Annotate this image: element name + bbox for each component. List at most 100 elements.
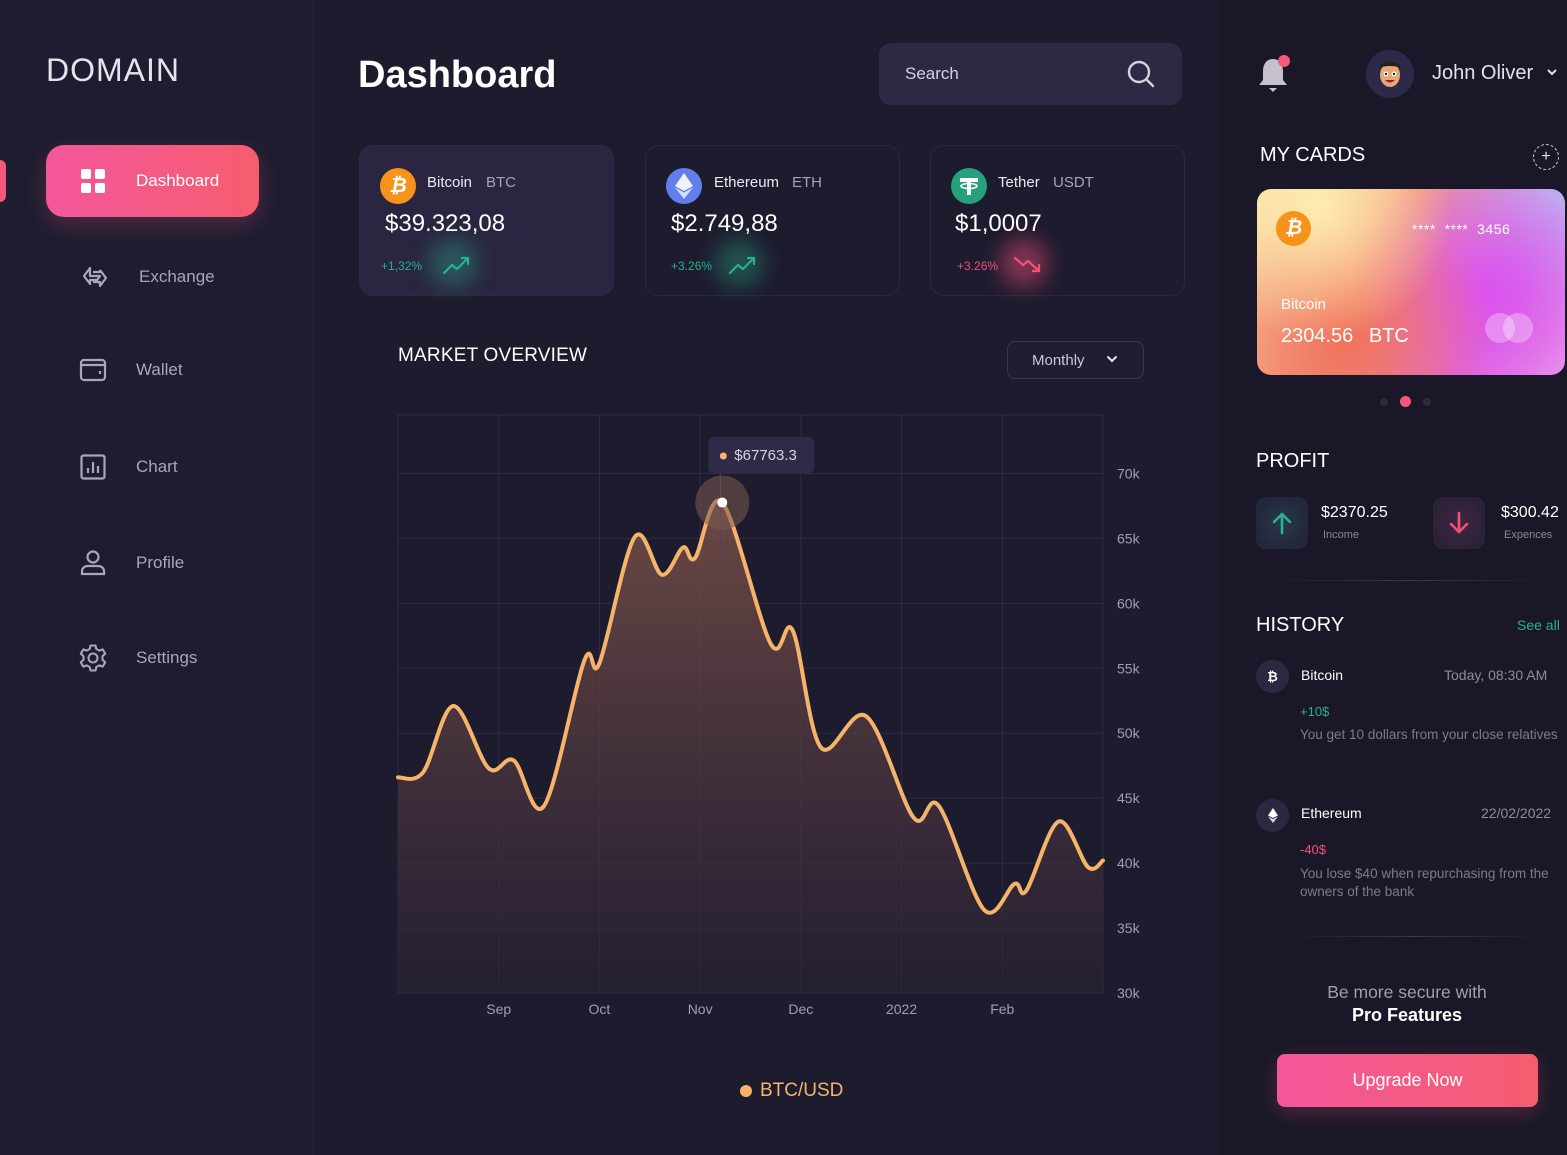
period-dropdown[interactable]: Monthly [1007, 341, 1144, 379]
coin-change: +3.26% [957, 259, 999, 273]
coin-price: $39.323,08 [385, 210, 506, 237]
x-tick-label: Feb [990, 1001, 1014, 1017]
x-tick-label: Oct [589, 1001, 611, 1017]
gear-icon [78, 643, 108, 673]
active-indicator [0, 160, 6, 202]
sidebar-item-settings[interactable]: Settings [46, 622, 259, 694]
history-description: You get 10 dollars from your close relat… [1300, 727, 1558, 742]
see-all-link[interactable]: See all [1517, 617, 1560, 633]
coin-card-tether[interactable]: Tether USDT $1,0007 +3.26% [930, 145, 1185, 296]
tooltip-marker [719, 452, 727, 460]
search-bar [879, 43, 1182, 105]
expense-icon-box [1433, 497, 1485, 549]
avatar[interactable] [1366, 50, 1414, 98]
bar-chart-icon [78, 452, 108, 482]
coin-symbol: ETH [792, 174, 822, 191]
page-title: Dashboard [358, 54, 557, 96]
card-balance-value: 2304.56 [1281, 325, 1354, 347]
x-tick-label: Dec [788, 1001, 813, 1017]
sidebar: DOMAIN Dashboard Exchange Wallet Chart P… [0, 0, 314, 1155]
trend-up-icon [728, 256, 756, 275]
x-tick-label: Sep [486, 1001, 511, 1017]
user-icon [78, 548, 108, 578]
history-coin: Bitcoin [1301, 667, 1344, 683]
bitcoin-icon: ₿ [1276, 211, 1311, 246]
history-amount: +10$ [1300, 704, 1330, 719]
upgrade-now-button[interactable]: Upgrade Now [1277, 1054, 1538, 1107]
logo: DOMAIN [46, 52, 180, 88]
market-chart: 30k 35k 40k 45k 50k 55k 60k 65k 70k Sep Oct Nov Dec 2… [396, 414, 1141, 1017]
trend-down-icon [1013, 256, 1041, 273]
chevron-down-icon[interactable] [1546, 66, 1558, 80]
coin-card-ethereum[interactable]: Ethereum ETH $2.749,88 +3.26% [645, 145, 900, 296]
legend-label: BTC/USD [760, 1080, 844, 1101]
history-description: You lose $40 when repurchasing from the … [1300, 866, 1549, 899]
trend-up-icon [442, 256, 470, 275]
coin-symbol: BTC [486, 174, 516, 191]
card-network-logo [1485, 313, 1535, 343]
sidebar-item-label: Exchange [139, 267, 215, 286]
coin-symbol: USDT [1053, 174, 1094, 191]
y-tick-label: 45k [1117, 790, 1141, 806]
history-date: Today, 08:30 AM [1444, 667, 1548, 683]
legend-marker [740, 1085, 752, 1097]
x-tick-label: Nov [688, 1001, 713, 1017]
y-tick-label: 40k [1117, 855, 1141, 871]
pager-dot[interactable] [1423, 397, 1431, 406]
sidebar-item-profile[interactable]: Profile [46, 527, 259, 599]
coin-price: $2.749,88 [671, 210, 778, 237]
coin-name: Ethereum [714, 174, 780, 191]
y-tick-label: 60k [1117, 595, 1141, 611]
plus-icon: + [1541, 148, 1551, 165]
coin-change: +1,32% [381, 259, 423, 273]
bitcoin-icon: ₿ [1256, 660, 1289, 693]
divider [1270, 580, 1550, 581]
user-name[interactable]: John Oliver [1432, 62, 1533, 85]
sidebar-item-label: Wallet [136, 360, 183, 379]
y-tick-label: 55k [1117, 660, 1141, 676]
notification-badge [1278, 55, 1290, 67]
grid-icon [78, 166, 108, 196]
search-input[interactable] [905, 64, 1126, 84]
y-tick-label: 35k [1117, 920, 1141, 936]
sidebar-item-dashboard[interactable]: Dashboard [46, 145, 259, 217]
divider [1290, 936, 1540, 937]
card-balance-unit: BTC [1368, 325, 1409, 347]
credit-card[interactable]: ₿ **** **** 3456 Bitcoin 2304.56 BTC [1257, 189, 1565, 375]
chart-legend: BTC/USD [740, 1080, 843, 1102]
history-amount: -40$ [1300, 842, 1327, 857]
y-tick-label: 30k [1117, 985, 1141, 1001]
card-coin-name: Bitcoin [1281, 296, 1327, 313]
y-tick-label: 65k [1117, 530, 1141, 546]
sidebar-item-exchange[interactable]: Exchange [46, 241, 259, 313]
expense-value: $300.42 [1501, 504, 1559, 521]
arrow-up-icon [1272, 512, 1292, 535]
wallet-icon [78, 355, 108, 385]
promo-highlight: Pro Features [1351, 1005, 1463, 1025]
sidebar-item-wallet[interactable]: Wallet [46, 334, 259, 406]
coin-change: +3.26% [671, 259, 713, 273]
history-coin: Ethereum [1301, 805, 1362, 821]
search-icon[interactable] [1126, 59, 1156, 89]
sidebar-item-chart[interactable]: Chart [46, 431, 259, 503]
coin-price: $1,0007 [955, 210, 1042, 237]
card-balance: 2304.56 BTC [1281, 325, 1409, 348]
coin-card-bitcoin[interactable]: ₿ Bitcoin BTC $39.323,08 +1,32% [359, 145, 614, 296]
sidebar-item-label: Profile [136, 553, 185, 572]
bitcoin-icon: ₿ [380, 168, 416, 204]
ethereum-icon [666, 168, 702, 204]
expense-label: Expences [1504, 529, 1553, 541]
history-date: 22/02/2022 [1481, 805, 1552, 821]
coin-name: Tether [998, 174, 1040, 191]
sidebar-item-label: Dashboard [136, 171, 220, 190]
period-dropdown-value: Monthly [1032, 351, 1085, 369]
ethereum-icon [1256, 799, 1289, 832]
y-tick-label: 70k [1117, 465, 1141, 481]
pager-dot[interactable] [1380, 397, 1388, 406]
market-overview-title: MARKET OVERVIEW [398, 345, 588, 366]
history-title: HISTORY [1256, 614, 1345, 636]
area-fill [398, 500, 1103, 993]
pager-dot-active[interactable] [1400, 396, 1411, 407]
notification-button[interactable] [1256, 55, 1292, 95]
add-card-button[interactable]: + [1533, 144, 1559, 170]
